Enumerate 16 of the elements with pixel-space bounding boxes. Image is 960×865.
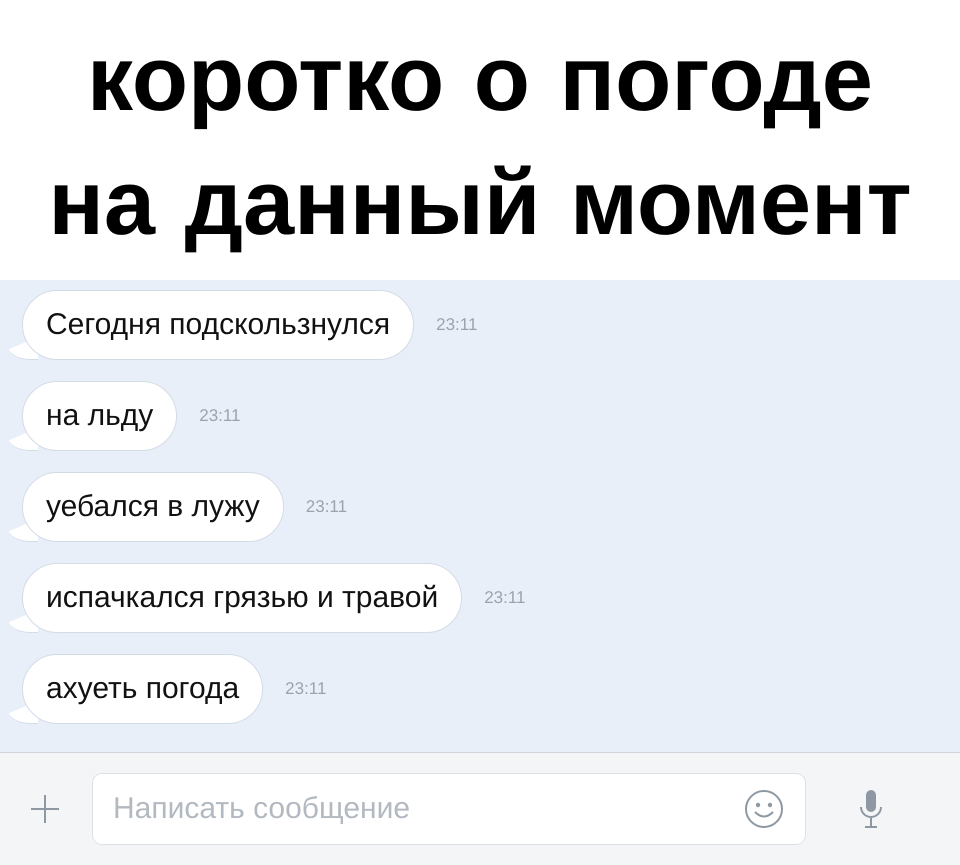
message-time: 23:11 xyxy=(285,679,326,699)
message-bubble: уебался в лужу xyxy=(8,472,284,542)
message-time: 23:11 xyxy=(306,497,348,517)
message-time: 23:11 xyxy=(436,315,478,335)
caption-line: на данный момент xyxy=(48,151,912,256)
microphone-icon[interactable] xyxy=(858,789,884,829)
caption-line: коротко о погоде xyxy=(87,27,873,132)
message-bubble: ахуеть погода xyxy=(8,654,264,724)
message-time: 23:11 xyxy=(484,588,526,608)
smiley-icon[interactable] xyxy=(744,789,784,829)
message-time: 23:11 xyxy=(199,406,241,426)
message-bubble: на льду xyxy=(8,381,178,451)
message-field[interactable]: Написать сообщение xyxy=(92,773,806,845)
plus-icon[interactable] xyxy=(30,794,60,824)
message-bubble: Сегодня подскользнулся xyxy=(8,290,414,360)
message-bubble: испачкался грязью и травой xyxy=(8,563,462,633)
